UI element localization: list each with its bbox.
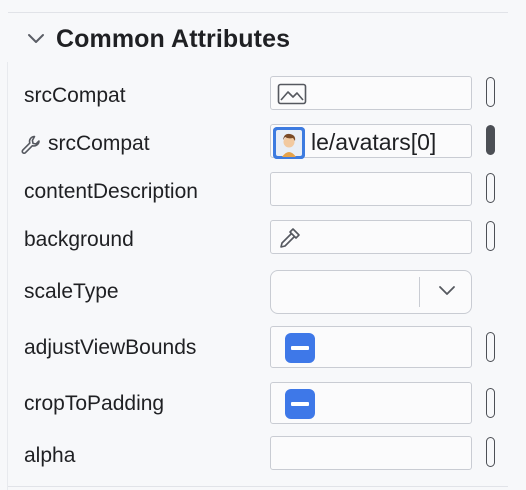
dropdown-separator	[419, 277, 420, 307]
attribute-resize-handle[interactable]	[486, 332, 495, 362]
attribute-label: adjustViewBounds	[24, 336, 197, 359]
panel-bottom-divider	[8, 486, 508, 487]
sample-data-value: le/avatars[0]	[311, 129, 437, 155]
eyedropper-icon[interactable]	[277, 225, 303, 256]
attribute-label: contentDescription	[24, 180, 198, 203]
attribute-row-contentdescription: contentDescription	[0, 170, 526, 214]
panel-top-divider	[8, 12, 508, 13]
attribute-label: alpha	[24, 444, 76, 467]
adjustviewbounds-field	[270, 326, 472, 368]
attribute-row-srccompat: srcCompat	[0, 74, 526, 118]
section-header[interactable]: Common Attributes	[26, 22, 290, 56]
attribute-row-background: background	[0, 218, 526, 262]
srccompat-sample-field[interactable]: le/avatars[0]	[270, 124, 472, 159]
chevron-down-icon[interactable]	[26, 29, 46, 49]
attribute-label: cropToPadding	[24, 392, 165, 415]
scaletype-dropdown[interactable]	[270, 270, 472, 314]
alpha-input[interactable]	[270, 436, 472, 470]
attribute-row-croptopadding: cropToPadding	[0, 382, 526, 426]
attribute-resize-handle[interactable]	[486, 221, 495, 251]
attribute-resize-handle[interactable]	[486, 388, 495, 418]
image-icon[interactable]	[277, 83, 307, 110]
attribute-row-alpha: alpha	[0, 434, 526, 478]
wrench-icon	[20, 134, 42, 156]
attribute-resize-handle[interactable]	[486, 125, 495, 155]
croptopadding-field	[270, 382, 472, 424]
attribute-resize-handle[interactable]	[486, 437, 495, 467]
attribute-label: srcCompat	[24, 84, 126, 107]
attribute-row-adjustviewbounds: adjustViewBounds	[0, 326, 526, 370]
attribute-label: scaleType	[24, 280, 119, 303]
attribute-row-srccompat-sample: srcCompat le/avatars[0]	[0, 122, 526, 166]
contentdescription-input[interactable]	[270, 172, 472, 206]
avatar-thumbnail	[273, 127, 305, 159]
attribute-label: srcCompat	[48, 132, 150, 155]
attribute-row-scaletype: scaleType	[0, 270, 526, 314]
chevron-down-icon[interactable]	[437, 284, 457, 300]
background-color-field[interactable]	[270, 220, 472, 254]
attribute-resize-handle[interactable]	[486, 173, 495, 203]
indeterminate-checkbox[interactable]	[285, 389, 315, 419]
attribute-resize-handle[interactable]	[486, 77, 495, 107]
section-title: Common Attributes	[56, 24, 291, 53]
srccompat-image-field[interactable]	[270, 76, 472, 110]
indeterminate-checkbox[interactable]	[285, 333, 315, 363]
attribute-label: background	[24, 228, 134, 251]
